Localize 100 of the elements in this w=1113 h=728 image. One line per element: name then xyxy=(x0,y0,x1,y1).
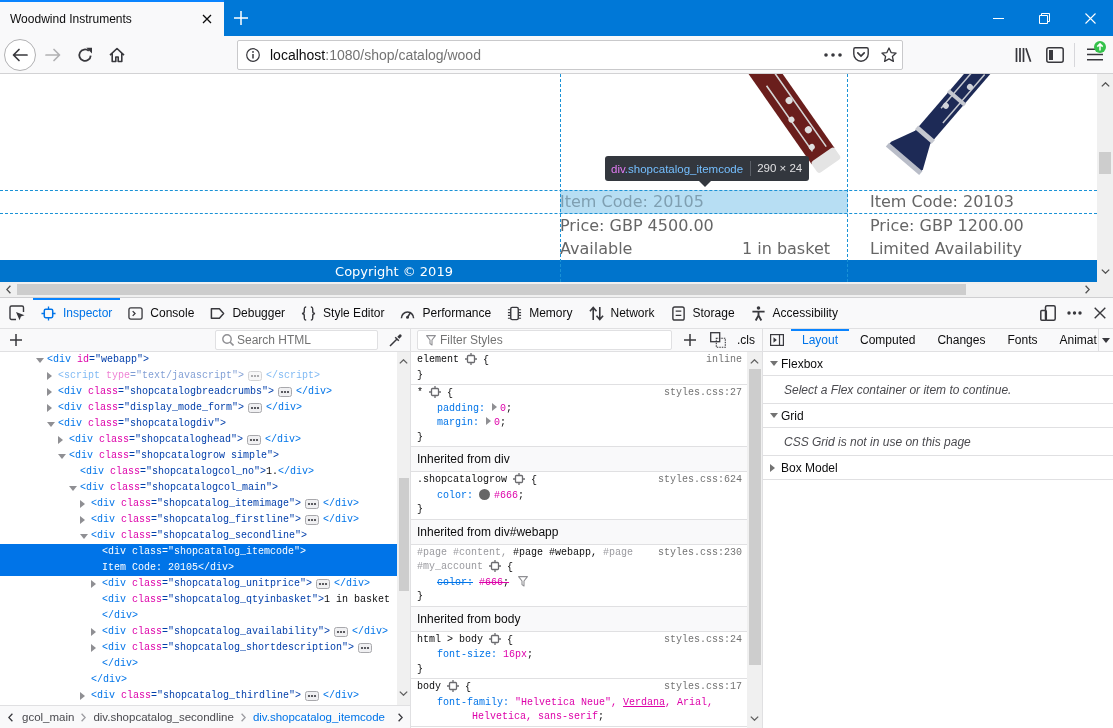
scrollbar-thumb[interactable] xyxy=(1099,152,1111,174)
css-property[interactable]: font-size: xyxy=(437,649,497,660)
triangle-right-icon[interactable] xyxy=(47,372,52,380)
pointer-select-icon[interactable] xyxy=(8,305,25,321)
menu-icon[interactable] xyxy=(1087,48,1103,61)
ellipsis-icon[interactable] xyxy=(358,643,373,653)
source-link[interactable]: styles.css:624 xyxy=(658,473,742,488)
books-icon[interactable] xyxy=(1014,46,1032,63)
ellipsis-icon[interactable] xyxy=(334,627,349,637)
css-value[interactable]: #666; xyxy=(494,488,525,503)
source-link[interactable]: styles.css:24 xyxy=(664,632,742,647)
triangle-right-icon[interactable] xyxy=(91,580,96,588)
close-icon[interactable] xyxy=(1094,307,1106,319)
chevron-down-icon[interactable] xyxy=(399,691,408,696)
devtools-tab[interactable]: Debugger xyxy=(202,298,294,328)
triangle-right-icon[interactable] xyxy=(80,692,85,700)
html-node[interactable]: <div class="shopcatalog_itemimage"> </div> xyxy=(0,496,397,512)
close-icon[interactable] xyxy=(202,14,212,24)
source-link[interactable]: inline xyxy=(706,353,742,368)
devtools-tab[interactable]: Style Editor xyxy=(293,298,393,328)
html-node[interactable]: <div class="shopcatalog_unitprice"> </div> xyxy=(0,576,397,592)
source-link[interactable]: styles.css:230 xyxy=(658,545,742,560)
html-node[interactable]: <div class="shopcatalog_qtyinbasket">1 in basket </div> xyxy=(0,592,397,624)
restore-icon[interactable] xyxy=(1038,12,1050,24)
triangle-right-icon[interactable] xyxy=(47,404,52,412)
devtools-tab[interactable]: Inspector xyxy=(33,298,121,328)
html-node[interactable]: <div class="shopcatalogcol_main"> xyxy=(0,480,397,496)
sidebar-tab[interactable]: Fonts xyxy=(996,329,1049,351)
scrollbar-thumb[interactable] xyxy=(398,478,409,591)
css-property[interactable]: padding: xyxy=(437,402,485,414)
css-property[interactable]: margin: xyxy=(437,417,479,428)
crosshair-icon[interactable] xyxy=(429,386,441,398)
devtools-tab[interactable]: Console xyxy=(120,298,203,328)
reload-icon[interactable] xyxy=(77,46,93,63)
breadcrumb[interactable]: gcol_main xyxy=(22,711,75,723)
chevron-down-icon[interactable] xyxy=(750,716,759,721)
chevron-up-icon[interactable] xyxy=(750,359,759,364)
scrollbar-thumb[interactable] xyxy=(748,369,761,665)
chevron-right-icon[interactable] xyxy=(398,712,403,722)
crosshair-icon[interactable] xyxy=(513,473,525,485)
crosshair-icon[interactable] xyxy=(489,632,501,645)
html-node[interactable]: <div class="display_mode_form"> </div> xyxy=(0,400,397,416)
filter-styles-field[interactable]: Filter Styles xyxy=(417,330,672,350)
chevron-up-icon[interactable] xyxy=(1100,82,1110,87)
browser-tab[interactable]: Woodwind Instruments xyxy=(0,0,224,36)
crosshair-icon[interactable] xyxy=(489,560,501,572)
breadcrumb[interactable]: div.shopcatalog_itemcode xyxy=(252,711,385,723)
sidebar-tab[interactable]: Changes xyxy=(926,329,997,351)
chevron-up-icon[interactable] xyxy=(399,359,408,364)
ellipsis-icon[interactable] xyxy=(278,387,293,397)
crosshair-icon[interactable] xyxy=(447,680,459,692)
css-value[interactable]: , Arial, xyxy=(665,695,720,710)
html-node[interactable]: <div class="shopcatalogbreadcrumbs"> </div> xyxy=(0,384,397,400)
html-closing-tag[interactable]: </div> xyxy=(0,672,397,688)
html-node[interactable]: <div class="shopcatalogrow simple"> xyxy=(0,448,397,464)
html-node[interactable]: <div class="shopcatalogdiv"> xyxy=(0,416,397,432)
star-icon[interactable] xyxy=(881,46,897,63)
chevron-right-icon[interactable] xyxy=(1085,285,1090,294)
shield-chevron-icon[interactable] xyxy=(853,47,869,62)
html-node[interactable]: <div class="shopcataloghead"> </div> xyxy=(0,432,397,448)
devtools-tab[interactable]: Accessibility xyxy=(742,298,846,328)
crosshair-icon[interactable] xyxy=(465,353,477,365)
breadcrumb[interactable]: div.shopcatalog_secondline xyxy=(93,711,234,723)
ellipsis-icon[interactable] xyxy=(305,499,320,509)
chevron-down-icon[interactable] xyxy=(1100,269,1110,274)
info-icon[interactable] xyxy=(246,47,260,62)
horizontal-scrollbar[interactable] xyxy=(0,282,1113,297)
mobile-devices-icon[interactable] xyxy=(1040,305,1056,321)
triangle-right-icon[interactable] xyxy=(58,436,63,444)
triangle-right-icon[interactable] xyxy=(492,402,497,411)
ellipsis-icon[interactable] xyxy=(248,403,263,413)
html-node[interactable]: <div id="webapp"> xyxy=(0,352,397,368)
triangle-down-icon[interactable] xyxy=(1102,337,1110,343)
search-html-field[interactable]: Search HTML xyxy=(215,330,378,350)
sidebar-icon[interactable] xyxy=(1046,46,1064,63)
section-header[interactable]: Flexbox xyxy=(763,352,1113,376)
source-link[interactable]: styles.css:27 xyxy=(664,386,742,401)
stacked-squares-icon[interactable] xyxy=(710,332,726,348)
ellipsis-icon[interactable] xyxy=(316,579,331,589)
back-button[interactable] xyxy=(4,38,36,71)
ellipsis-icon[interactable] xyxy=(247,435,262,445)
css-property[interactable]: font-family: xyxy=(437,696,509,708)
ellipsis-icon[interactable] xyxy=(1066,311,1082,315)
sidebar-toggle-icon[interactable] xyxy=(770,334,784,346)
triangle-right-icon[interactable] xyxy=(80,500,85,508)
scrollbar-thumb[interactable] xyxy=(17,284,966,295)
sidebar-tab[interactable]: Animat xyxy=(1048,329,1098,351)
devtools-tab[interactable]: Network xyxy=(580,298,663,328)
css-property[interactable]: color: xyxy=(437,576,473,588)
html-node[interactable]: <div class="shopcatalog_secondline"> xyxy=(0,528,397,544)
minimize-icon[interactable] xyxy=(992,17,1004,19)
home-icon[interactable] xyxy=(109,46,125,63)
address-field[interactable]: localhost:1080/shop/catalog/wood xyxy=(237,39,903,70)
triangle-right-icon[interactable] xyxy=(80,516,85,524)
html-node[interactable]: <div class="shopcatalog_itemcode"> Item Code: 20105</div> xyxy=(0,544,397,576)
html-node[interactable]: <div class="shopcatalog_availability"> </div> xyxy=(0,624,397,640)
triangle-right-icon[interactable] xyxy=(47,388,52,396)
css-property[interactable]: color: xyxy=(437,489,473,501)
chevron-left-icon[interactable] xyxy=(8,712,13,722)
vertical-scrollbar[interactable] xyxy=(1097,74,1113,282)
